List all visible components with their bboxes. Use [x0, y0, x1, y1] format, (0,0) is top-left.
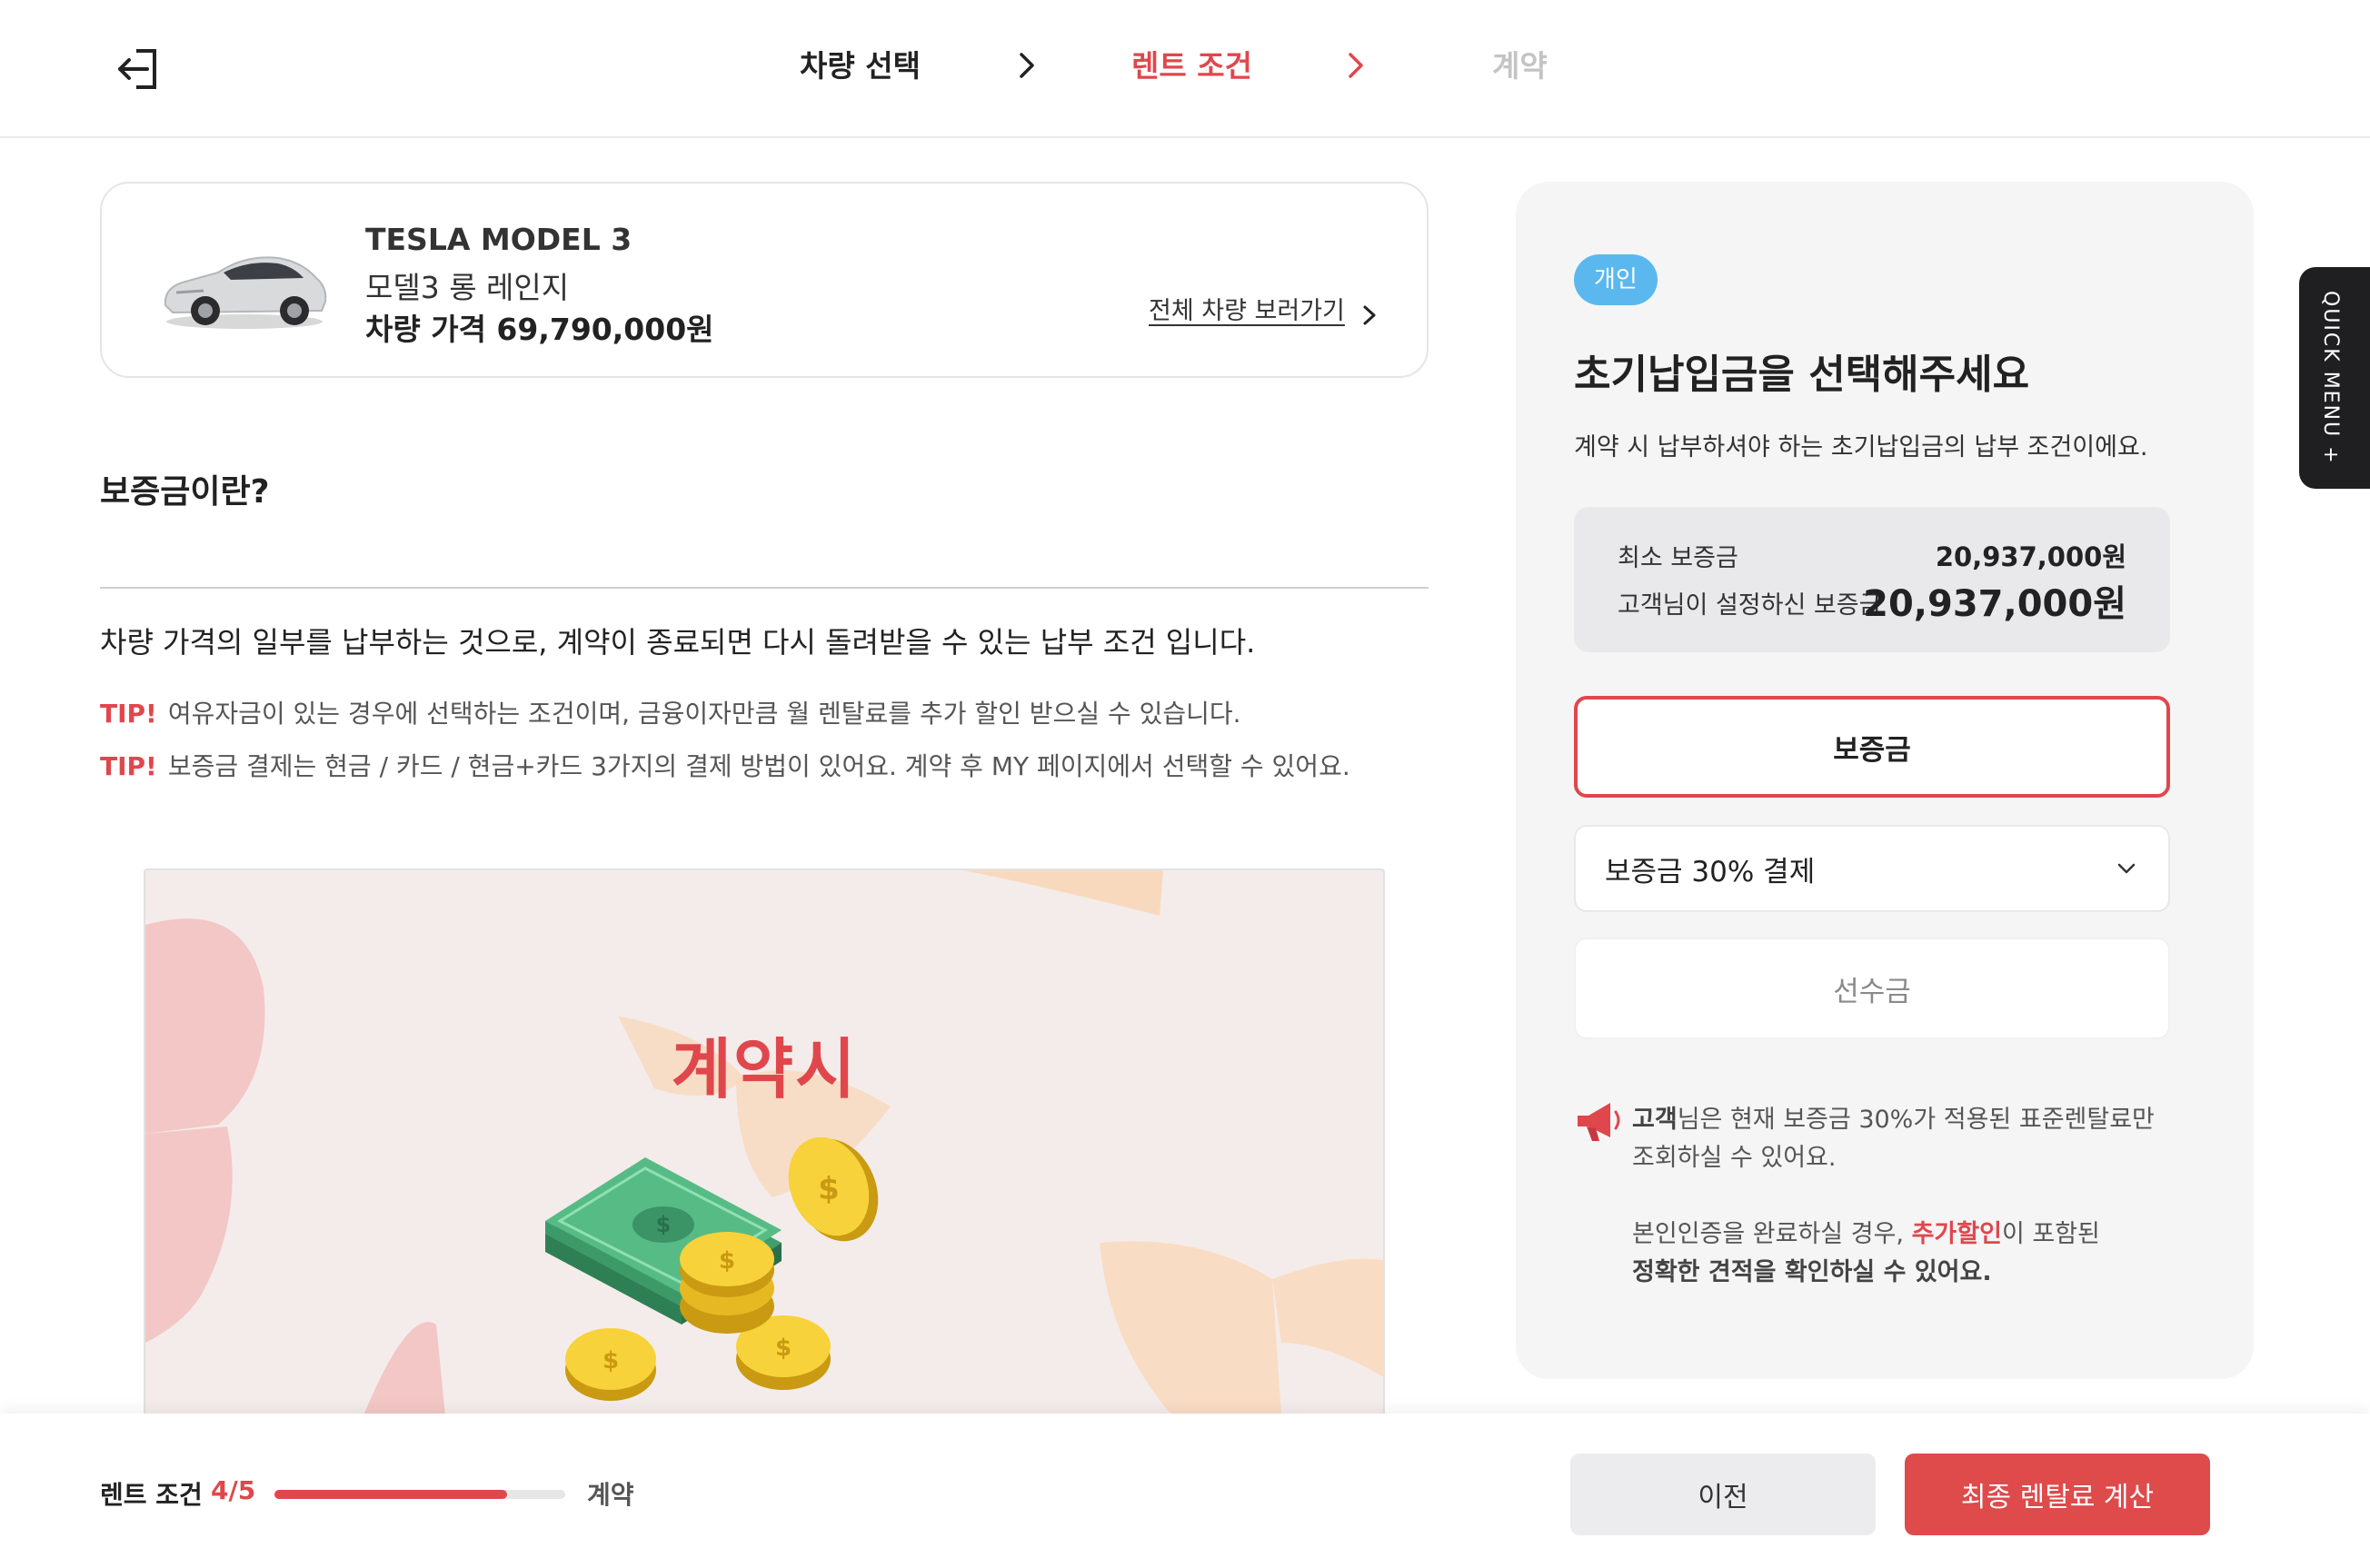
tip-label: TIP! [100, 751, 157, 781]
customer-type-badge: 개인 [1574, 254, 1658, 305]
car-summary-card: TESLA MODEL 3 모델3 롱 레인지 차량 가격 69,790,000… [100, 182, 1429, 378]
top-navigation: 차량 선택 렌트 조건 계약 [0, 0, 2370, 138]
svg-text:$: $ [719, 1247, 735, 1275]
deposit-summary: 최소 보증금 20,937,000원 고객님이 설정하신 보증금 20,937,… [1574, 507, 2170, 652]
step-vehicle-select[interactable]: 차량 선택 [800, 44, 921, 89]
svg-text:$: $ [775, 1335, 792, 1362]
deposit-rate-select[interactable]: 보증금 30% 결제 [1574, 825, 2170, 912]
quick-menu-label: QUICK MENU + [2319, 291, 2342, 465]
car-price: 차량 가격 69,790,000원 [365, 312, 714, 347]
deposit-option-button[interactable]: 보증금 [1574, 696, 2170, 798]
view-all-vehicles-link[interactable]: 전체 차량 보러가기 [1149, 291, 1345, 326]
exit-icon [118, 49, 156, 89]
exit-button[interactable] [109, 40, 167, 98]
progress-next-step: 계약 [587, 1480, 634, 1510]
min-deposit-value: 20,937,000원 [1935, 541, 2126, 572]
progress-count: 4/5 [211, 1475, 256, 1505]
prepayment-option-button[interactable]: 선수금 [1574, 938, 2170, 1039]
panel-subtitle: 계약 시 납부하셔야 하는 초기납입금의 납부 조건이에요. [1574, 433, 2148, 461]
progress-bar-fill [274, 1490, 507, 1499]
verification-notice: 고객님은 현재 보증금 30%가 적용된 표준렌탈료만 조회하실 수 있어요. … [1632, 1101, 2177, 1292]
user-deposit-value: 20,937,000원 [1863, 583, 2126, 625]
step-rent-conditions[interactable]: 렌트 조건 [1131, 44, 1252, 89]
chevron-right-icon[interactable] [1356, 302, 1383, 329]
notice-line1: 님은 현재 보증금 30%가 적용된 표준렌탈료만 조회하실 수 있어요. [1632, 1106, 2155, 1172]
notice-customer: 고객 [1632, 1106, 1678, 1134]
user-deposit-label: 고객님이 설정하신 보증금 [1618, 591, 1882, 620]
progress-bar [274, 1490, 565, 1499]
tip-label: TIP! [100, 699, 157, 729]
car-trim: 모델3 롱 레인지 [365, 270, 570, 305]
chevron-right-icon [1020, 53, 1034, 78]
previous-button[interactable]: 이전 [1570, 1454, 1876, 1535]
car-model-name: TESLA MODEL 3 [365, 222, 632, 257]
notice-line2-pre: 본인인증을 완료하실 경우, [1632, 1220, 1912, 1248]
deposit-info-title: 보증금이란? [100, 473, 270, 511]
money-icon: $ $ $ $ $ [545, 1136, 879, 1401]
megaphone-icon [1578, 1103, 1620, 1141]
step-contract: 계약 [1492, 48, 1548, 84]
initial-payment-panel: 개인 초기납입금을 선택해주세요 계약 시 납부하셔야 하는 초기납입금의 납부… [1516, 182, 2254, 1379]
quick-menu-tab[interactable]: QUICK MENU + [2299, 267, 2370, 489]
bottom-bar: 렌트 조건 4/5 계약 이전 최종 렌탈료 계산 [0, 1414, 2370, 1568]
deposit-rate-value: 보증금 30% 결제 [1605, 855, 1816, 888]
chevron-down-icon [2117, 863, 2136, 874]
tip-item: TIP! 보증금 결제는 현금 / 카드 / 현금+카드 3가지의 결제 방법이 … [100, 747, 1350, 783]
svg-text:$: $ [656, 1212, 672, 1237]
svg-text:$: $ [818, 1171, 840, 1207]
calculate-rental-button[interactable]: 최종 렌탈료 계산 [1905, 1454, 2210, 1535]
tip-text: 여유자금이 있는 경우에 선택하는 조건이며, 금융이자만큼 월 렌탈료를 추가… [167, 699, 1241, 729]
tip-item: TIP! 여유자금이 있는 경우에 선택하는 조건이며, 금융이자만큼 월 렌탈료… [100, 694, 1241, 730]
notice-line2-post: 이 포함된 [2001, 1220, 2100, 1248]
progress-step-label: 렌트 조건 [100, 1480, 203, 1510]
min-deposit-label: 최소 보증금 [1618, 544, 1738, 572]
tip-text: 보증금 결제는 현금 / 카드 / 현금+카드 3가지의 결제 방법이 있어요.… [167, 751, 1350, 781]
notice-extra-discount: 추가할인 [1911, 1220, 2002, 1248]
illustration-heading: 계약시 [671, 1031, 858, 1107]
panel-title: 초기납입금을 선택해주세요 [1574, 352, 2030, 398]
car-image [164, 256, 327, 329]
notice-paragraph: 본인인증을 완료하실 경우, 추가할인이 포함된정확한 견적을 확인하실 수 있… [1632, 1216, 2177, 1292]
chevron-right-icon [1349, 53, 1363, 78]
deposit-description: 차량 가격의 일부를 납부하는 것으로, 계약이 종료되면 다시 돌려받을 수 … [100, 625, 1256, 660]
deposit-illustration: 계약시 $ $ $ $ $ [144, 868, 1385, 1414]
notice-paragraph: 고객님은 현재 보증금 30%가 적용된 표준렌탈료만 조회하실 수 있어요. [1632, 1101, 2177, 1177]
divider [100, 587, 1429, 589]
notice-line3: 정확한 견적을 확인하실 수 있어요. [1632, 1258, 1992, 1286]
svg-text:$: $ [602, 1347, 619, 1374]
